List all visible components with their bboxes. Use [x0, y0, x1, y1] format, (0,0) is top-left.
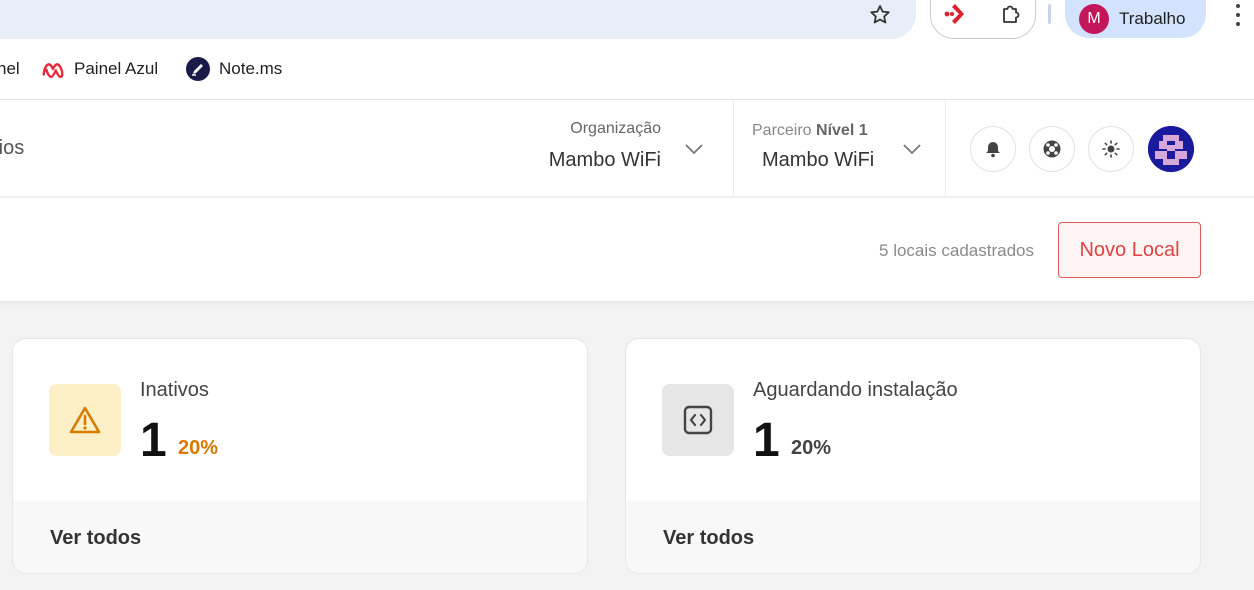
code-icon [662, 384, 734, 456]
chevron-down-icon [684, 139, 704, 159]
sun-icon [1102, 140, 1120, 158]
header-divider [733, 100, 734, 197]
bookmark-label: Note.ms [219, 59, 283, 78]
partner-label: Parceiro Nível 1 [752, 122, 868, 139]
partner-level: Nível 1 [816, 122, 868, 139]
status-card-inactive: Inativos 1 20% Ver todos [12, 338, 588, 574]
bookmark-label: nel [0, 59, 20, 78]
profile-name: Trabalho [1119, 9, 1186, 28]
support-button[interactable] [1029, 126, 1075, 172]
card-title: Aguardando instalação [753, 379, 958, 401]
warning-icon [49, 384, 121, 456]
organization-value: Mambo WiFi [548, 149, 661, 171]
card-value: 1 [140, 414, 167, 467]
organization-selector[interactable]: Organização Mambo WiFi [520, 117, 732, 182]
view-all-link[interactable]: Ver todos [663, 527, 754, 550]
lifebuoy-icon [1043, 140, 1061, 158]
address-bar[interactable] [0, 0, 916, 39]
extension-arrow-icon[interactable] [940, 0, 970, 28]
bookmark-item-note-ms[interactable]: Note.ms [186, 57, 283, 81]
extensions-puzzle-icon[interactable] [996, 0, 1026, 28]
user-avatar[interactable] [1148, 126, 1194, 172]
bookmark-item-nel[interactable]: nel [0, 58, 20, 80]
notifications-button[interactable] [970, 126, 1016, 172]
view-all-link[interactable]: Ver todos [50, 527, 141, 550]
partner-selector[interactable]: Parceiro Nível 1 Mambo WiFi [752, 117, 942, 182]
note-pen-icon [186, 57, 210, 81]
header-divider [945, 100, 946, 197]
chevron-down-icon [902, 139, 922, 159]
status-card-awaiting-install: Aguardando instalação 1 20% Ver todos [625, 338, 1201, 574]
partner-value: Mambo WiFi [762, 149, 875, 171]
toolbar-separator [1048, 4, 1051, 24]
browser-menu-icon[interactable] [1230, 2, 1246, 28]
card-percent: 20% [178, 437, 219, 459]
bell-icon [986, 142, 1000, 158]
locations-count: 5 locais cadastrados [879, 241, 1034, 260]
bookmark-label: Painel Azul [74, 59, 159, 78]
new-location-button[interactable]: Novo Local [1058, 222, 1201, 278]
card-value: 1 [753, 414, 780, 467]
profile-avatar: M [1079, 4, 1109, 34]
card-percent: 20% [791, 437, 832, 459]
page-title: rios [0, 137, 25, 159]
theme-toggle-button[interactable] [1088, 126, 1134, 172]
bookmark-star-icon[interactable] [866, 1, 894, 29]
organization-label: Organização [570, 120, 661, 137]
profile-chip[interactable]: M Trabalho [1065, 0, 1206, 38]
bookmark-item-painel-azul[interactable]: Painel Azul [41, 58, 158, 80]
card-title: Inativos [140, 379, 209, 401]
meta-logo-icon [41, 58, 65, 80]
